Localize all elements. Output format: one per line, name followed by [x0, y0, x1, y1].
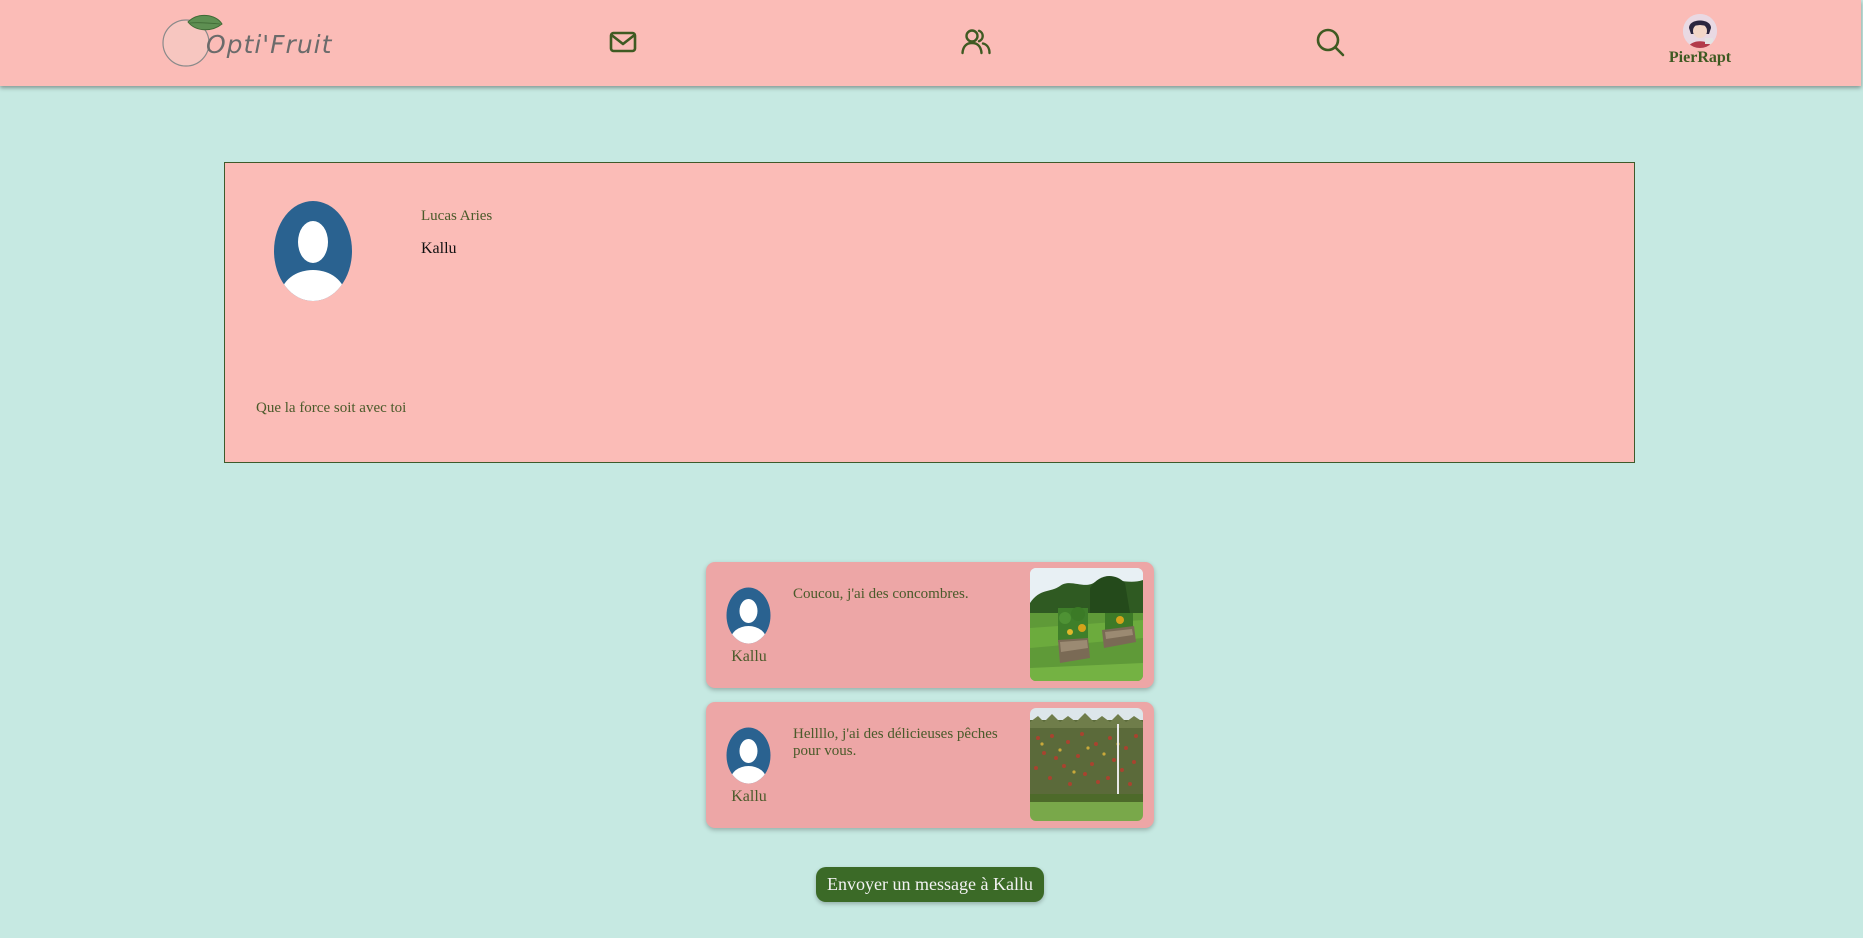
logo-text: Opti'Fruit [206, 30, 333, 59]
post-author-avatar-icon [726, 727, 771, 784]
send-message-button[interactable]: Envoyer un message à Kallu [816, 867, 1044, 902]
post-text: Hellllo, j'ai des délicieuses pêches pou… [793, 726, 998, 759]
profile-card: Lucas Aries Kallu Que la force soit avec… [224, 162, 1635, 463]
profile-username: Kallu [421, 240, 457, 257]
mail-icon[interactable] [607, 26, 639, 58]
user-name: PierRapt [1668, 49, 1732, 66]
post-author[interactable]: Kallu [716, 648, 782, 666]
profile-real-name: Lucas Aries [421, 208, 493, 224]
user-profile-menu[interactable]: PierRapt [1660, 14, 1740, 67]
orchard-photo[interactable] [1030, 708, 1143, 821]
user-avatar [1683, 14, 1717, 48]
post-card[interactable]: Kallu Hellllo, j'ai des délicieuses pêch… [706, 702, 1154, 828]
app-logo[interactable]: Opti'Fruit [160, 10, 331, 72]
post-text: Coucou, j'ai des concombres. [793, 586, 969, 602]
post-author[interactable]: Kallu [716, 788, 782, 806]
top-navbar: Opti'Fruit PierRapt [0, 0, 1861, 86]
post-card[interactable]: Kallu Coucou, j'ai des concombres. [706, 562, 1154, 688]
users-icon[interactable] [960, 26, 992, 58]
profile-avatar-icon [273, 200, 353, 302]
post-author-avatar-icon [726, 587, 771, 644]
garden-photo[interactable] [1030, 568, 1143, 681]
profile-bio: Que la force soit avec toi [256, 400, 407, 416]
search-icon[interactable] [1314, 26, 1346, 58]
